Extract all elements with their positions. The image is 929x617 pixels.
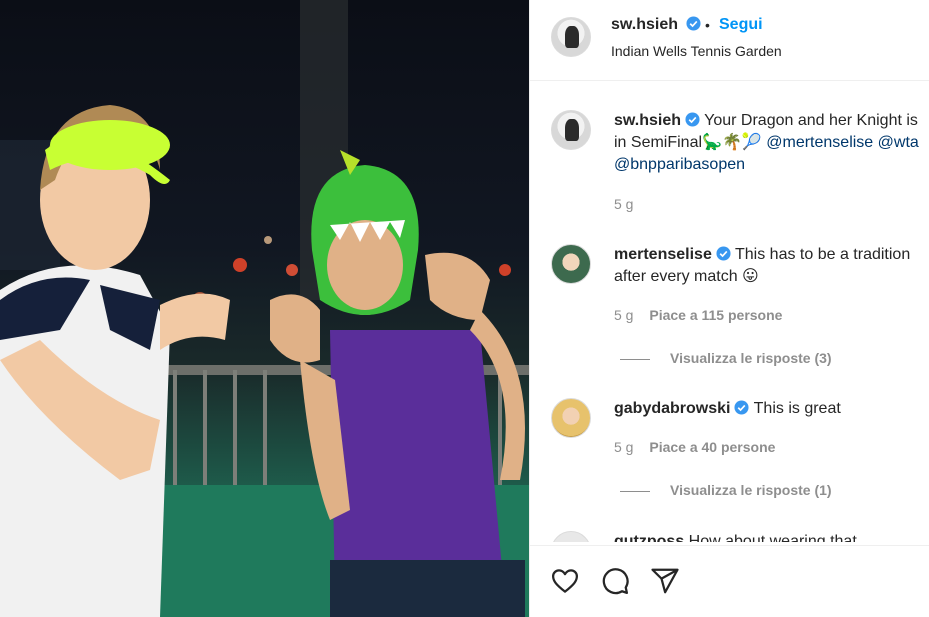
view-replies-button[interactable]: Visualizza le risposte (3) [620,350,832,366]
comment-username[interactable]: mertenselise [614,246,712,263]
comment-meta: 5 g Piace a 115 persone [614,307,782,323]
comment-username[interactable]: gabydabrowski [614,400,730,417]
post-side-panel: sw.hsieh • Segui Indian Wells Tennis Gar… [529,0,929,617]
mention-link[interactable]: @wta [878,134,919,151]
follow-button[interactable]: Segui [719,16,763,34]
heart-icon[interactable] [550,566,580,596]
share-icon[interactable] [650,566,680,596]
comment-time[interactable]: 5 g [614,307,633,323]
avatar[interactable] [551,244,591,284]
comment-text: gabydabrowski This is great [614,398,920,420]
comments-list[interactable]: sw.hsieh Your Dragon and her Knight is i… [530,82,929,542]
comment-likes[interactable]: Piace a 115 persone [649,307,782,323]
comment-likes[interactable]: Piace a 40 persone [649,439,775,455]
mention-link[interactable]: @mertenselise [766,134,873,151]
view-replies-button[interactable]: Visualizza le risposte (1) [620,482,832,498]
verified-badge-icon [686,16,701,31]
avatar[interactable] [551,398,591,438]
verified-badge-icon [734,400,750,415]
header-username-text[interactable]: sw.hsieh [611,16,678,33]
caption-text: sw.hsieh Your Dragon and her Knight is i… [614,110,920,176]
comment-time[interactable]: 5 g [614,439,633,455]
post-header: sw.hsieh • Segui Indian Wells Tennis Gar… [530,0,929,81]
comment-meta: 5 g Piace a 40 persone [614,439,775,455]
comment-body: This is great [753,400,841,417]
verified-badge-icon [685,112,700,127]
header-username[interactable]: sw.hsieh [611,16,701,34]
avatar[interactable] [551,110,591,150]
separator-dot: • [705,17,710,33]
location-link[interactable]: Indian Wells Tennis Garden [611,43,782,59]
caption-time[interactable]: 5 g [614,196,633,212]
action-bar [530,545,929,617]
comment-text: gutzposs How about wearing that [614,531,920,542]
avatar[interactable] [551,531,591,542]
mention-link[interactable]: @bnpparibasopen [614,156,745,173]
verified-badge-icon [716,246,731,261]
caption-meta: 5 g [614,196,633,212]
photo-illustration [0,0,529,617]
caption-username[interactable]: sw.hsieh [614,112,681,129]
comment-username[interactable]: gutzposs [614,533,684,542]
comment-body: How about wearing that [688,533,857,542]
avatar[interactable] [551,17,591,57]
post-photo[interactable] [0,0,529,617]
comment-text: mertenselise This has to be a tradition … [614,244,920,288]
comment-icon[interactable] [600,566,630,596]
